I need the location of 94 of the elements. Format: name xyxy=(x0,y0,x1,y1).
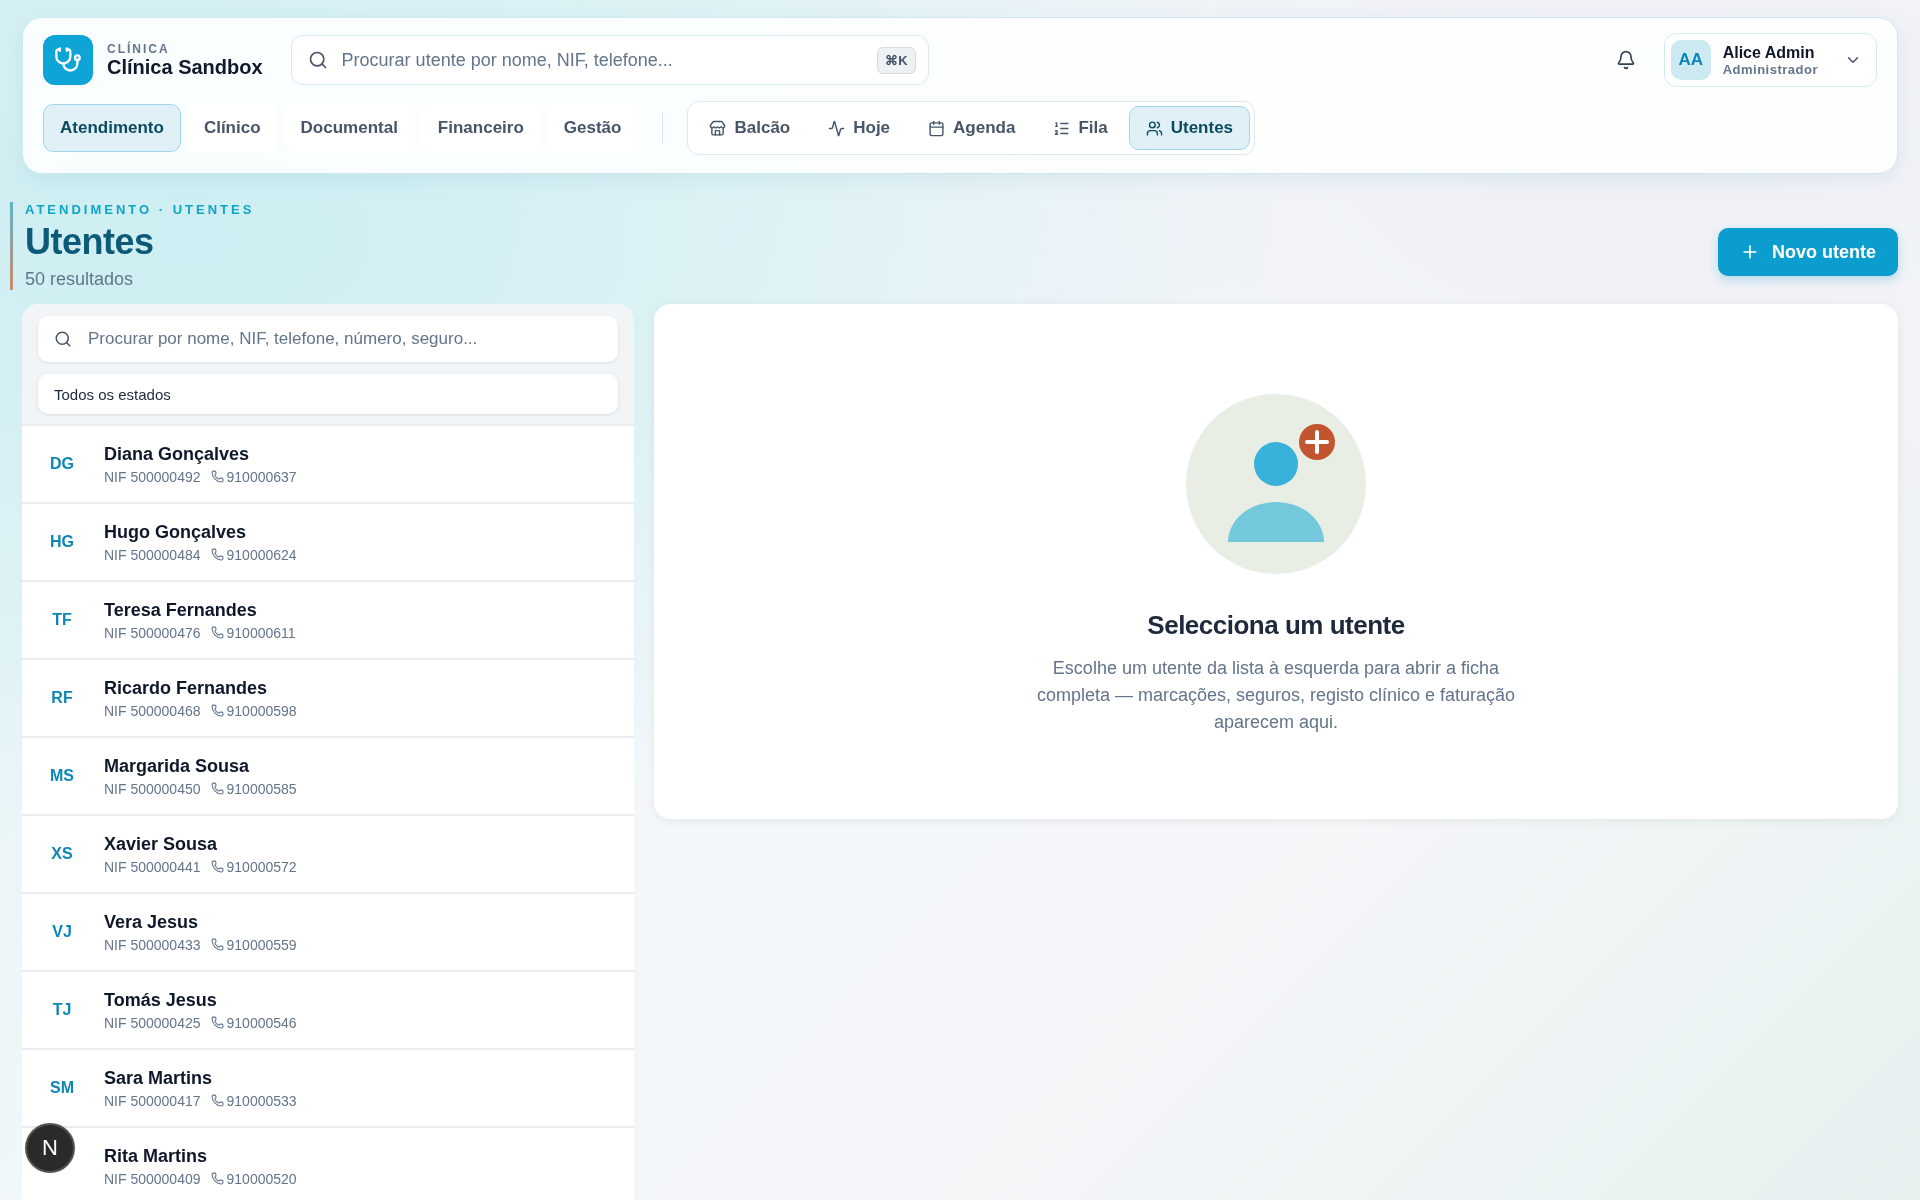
patient-phone: 910000546 xyxy=(226,1014,297,1031)
patient-row[interactable]: DG Diana Gonçalves NIF 500000492 910000637 xyxy=(22,424,634,502)
patient-phone: 910000598 xyxy=(226,702,297,719)
patient-nif: NIF 500000409 xyxy=(104,1170,201,1187)
user-menu-button[interactable]: AA Alice Admin Administrador xyxy=(1663,33,1877,87)
phone-icon xyxy=(210,782,224,795)
user-role: Administrador xyxy=(1722,61,1818,77)
section-tab[interactable]: Clínico xyxy=(186,104,278,152)
patient-phone: 910000611 xyxy=(226,624,296,641)
patient-nif: NIF 500000425 xyxy=(104,1014,201,1031)
patient-initials: DG xyxy=(49,455,75,473)
search-field[interactable]: Procurar utente por nome, NIF, telefone... xyxy=(339,48,866,72)
subnav-tab[interactable]: Balcão xyxy=(692,106,808,150)
subnav-tab[interactable]: Agenda xyxy=(911,106,1033,150)
patient-phone: 910000624 xyxy=(226,546,297,563)
subnav-tab[interactable]: Utentes xyxy=(1128,106,1251,150)
phone-icon xyxy=(210,860,224,873)
patient-nif: NIF 500000492 xyxy=(104,468,201,485)
patient-row[interactable]: VJ Vera Jesus NIF 500000433 910000559 xyxy=(22,892,634,970)
patient-name: Rita Martins xyxy=(104,1145,209,1167)
pulse-icon xyxy=(828,119,846,137)
users-icon xyxy=(1145,119,1163,137)
search-box[interactable]: Procurar utente por nome, NIF, telefone... ⌘K xyxy=(290,35,929,85)
phone-icon xyxy=(210,1016,224,1029)
phone-icon xyxy=(210,704,224,717)
patient-name: Sara Martins xyxy=(104,1067,214,1089)
patient-phone: 910000533 xyxy=(226,1092,297,1109)
patient-nif: NIF 500000468 xyxy=(104,702,201,719)
phone-icon xyxy=(210,1172,224,1185)
subnav-tab[interactable]: Fila xyxy=(1036,106,1125,150)
result-count: 50 resultados xyxy=(25,269,135,290)
patient-nif: NIF 500000450 xyxy=(104,780,201,797)
patient-nif: NIF 500000433 xyxy=(104,936,201,953)
subnav-tab[interactable]: Hoje xyxy=(811,106,908,150)
patient-phone: 910000520 xyxy=(226,1170,297,1187)
user-avatar: AA xyxy=(1670,40,1711,80)
patient-row[interactable]: HG Hugo Gonçalves NIF 500000484 910000624 xyxy=(22,502,634,580)
clinic-name: Clínica Sandbox xyxy=(107,55,263,79)
user-name: Alice Admin xyxy=(1722,43,1816,62)
bell-icon xyxy=(1615,50,1636,70)
patient-phone: 910000559 xyxy=(226,936,297,953)
patient-name: Xavier Sousa xyxy=(104,833,219,855)
patient-name: Diana Gonçalves xyxy=(104,443,251,465)
calendar-icon xyxy=(928,119,946,137)
empty-state-title: Selecciona um utente xyxy=(1147,610,1405,641)
stethoscope-logo-icon xyxy=(43,35,93,85)
search-icon xyxy=(54,330,72,348)
list-icon xyxy=(1053,119,1071,137)
search-icon xyxy=(307,50,328,70)
patient-initials: RF xyxy=(50,689,74,707)
list-search-field[interactable]: Procurar por nome, NIF, telefone, número, seguro... xyxy=(86,328,602,350)
patient-phone: 910000637 xyxy=(226,468,297,485)
patient-initials: HG xyxy=(49,533,75,551)
patient-nif: NIF 500000484 xyxy=(104,546,201,563)
patient-nif: NIF 500000441 xyxy=(104,858,201,875)
phone-icon xyxy=(210,548,224,561)
list-search-box[interactable]: Procurar por nome, NIF, telefone, número, seguro... xyxy=(38,316,618,362)
patient-nif: NIF 500000417 xyxy=(104,1092,201,1109)
patient-initials: TJ xyxy=(51,1001,73,1019)
empty-state-text: Escolhe um utente da lista à esquerda para abrir a ficha completa — marcações, seguros, registo clínico e faturação aparecem aqui. xyxy=(1035,657,1517,734)
patient-row[interactable]: MS Margarida Sousa NIF 500000450 910000585 xyxy=(22,736,634,814)
store-icon xyxy=(709,119,727,137)
patient-initials: TF xyxy=(51,611,73,629)
page-title: Utentes xyxy=(25,221,155,263)
section-tab[interactable]: Gestão xyxy=(546,104,639,152)
patient-row[interactable]: XS Xavier Sousa NIF 500000441 910000572 xyxy=(22,814,634,892)
patient-initials: VJ xyxy=(51,923,73,941)
patient-name: Margarida Sousa xyxy=(104,755,251,777)
phone-icon xyxy=(210,470,224,483)
patient-nif: NIF 500000476 xyxy=(104,624,201,641)
patient-initials: MS xyxy=(49,767,75,785)
patient-row[interactable]: SM Sara Martins NIF 500000417 910000533 xyxy=(22,1048,634,1126)
phone-icon xyxy=(210,938,224,951)
breadcrumb: ATENDIMENTO · UTENTES xyxy=(25,202,255,217)
phone-icon xyxy=(210,626,224,639)
phone-icon xyxy=(210,1094,224,1107)
patient-phone: 910000572 xyxy=(226,858,297,875)
brand-eyebrow: CLÍNICA xyxy=(107,41,171,56)
patient-name: Hugo Gonçalves xyxy=(104,521,248,543)
patient-initials: SM xyxy=(49,1079,75,1097)
section-tab[interactable]: Atendimento xyxy=(43,104,181,152)
patient-row[interactable]: RF Ricardo Fernandes NIF 500000468 910000598 xyxy=(22,658,634,736)
patient-row[interactable]: TF Teresa Fernandes NIF 500000476 910000611 xyxy=(22,580,634,658)
shortcut-key: ⌘K xyxy=(877,46,916,74)
patient-name: Ricardo Fernandes xyxy=(104,677,269,699)
patient-phone: 910000585 xyxy=(226,780,297,797)
section-tab[interactable]: Financeiro xyxy=(420,104,541,152)
patient-name: Teresa Fernandes xyxy=(104,599,258,621)
status-filter-select[interactable]: Todos os estados xyxy=(38,374,618,414)
section-tab[interactable]: Documental xyxy=(283,104,415,152)
patient-name: Tomás Jesus xyxy=(104,989,218,1011)
patient-row[interactable]: TJ Tomás Jesus NIF 500000425 910000546 xyxy=(22,970,634,1048)
patient-initials: XS xyxy=(50,845,74,863)
patient-name: Vera Jesus xyxy=(104,911,200,933)
